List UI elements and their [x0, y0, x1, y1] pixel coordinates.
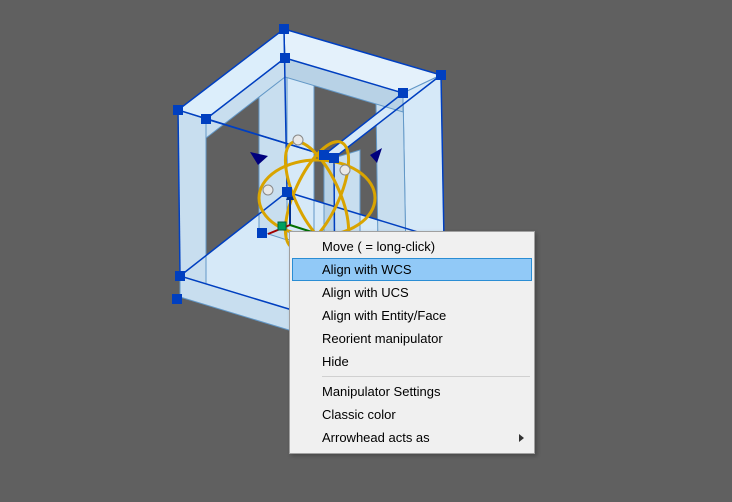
- menu-label: Align with UCS: [322, 285, 409, 300]
- menu-label: Reorient manipulator: [322, 331, 443, 346]
- menu-label: Manipulator Settings: [322, 384, 441, 399]
- menu-item-settings[interactable]: Manipulator Settings: [292, 380, 532, 403]
- grip[interactable]: [319, 150, 329, 160]
- manipulator-ball-top[interactable]: [293, 135, 303, 145]
- grip[interactable]: [398, 88, 408, 98]
- menu-label: Align with WCS: [322, 262, 412, 277]
- menu-label: Move ( = long-click): [322, 239, 435, 254]
- menu-item-align-entity[interactable]: Align with Entity/Face: [292, 304, 532, 327]
- menu-label: Arrowhead acts as: [322, 430, 430, 445]
- manipulator-ball-left[interactable]: [263, 185, 273, 195]
- menu-item-classic-color[interactable]: Classic color: [292, 403, 532, 426]
- menu-item-align-ucs[interactable]: Align with UCS: [292, 281, 532, 304]
- context-menu[interactable]: Move ( = long-click) Align with WCS Alig…: [289, 231, 535, 454]
- menu-label: Align with Entity/Face: [322, 308, 446, 323]
- menu-item-move[interactable]: Move ( = long-click): [292, 235, 532, 258]
- menu-item-hide[interactable]: Hide: [292, 350, 532, 373]
- menu-item-arrowhead[interactable]: Arrowhead acts as: [292, 426, 532, 449]
- grip[interactable]: [436, 70, 446, 80]
- grip[interactable]: [173, 105, 183, 115]
- post-left: [178, 110, 206, 284]
- manipulator-origin[interactable]: [278, 222, 286, 230]
- chevron-right-icon: [519, 434, 524, 442]
- grip[interactable]: [279, 24, 289, 34]
- manipulator-ball-right[interactable]: [340, 165, 350, 175]
- grip[interactable]: [282, 187, 292, 197]
- grip[interactable]: [172, 294, 182, 304]
- grip[interactable]: [201, 114, 211, 124]
- menu-label: Hide: [322, 354, 349, 369]
- grip[interactable]: [175, 271, 185, 281]
- grip[interactable]: [329, 153, 339, 163]
- menu-label: Classic color: [322, 407, 396, 422]
- menu-item-align-wcs[interactable]: Align with WCS: [292, 258, 532, 281]
- grip[interactable]: [280, 53, 290, 63]
- menu-separator: [322, 376, 530, 377]
- grip[interactable]: [257, 228, 267, 238]
- menu-item-reorient[interactable]: Reorient manipulator: [292, 327, 532, 350]
